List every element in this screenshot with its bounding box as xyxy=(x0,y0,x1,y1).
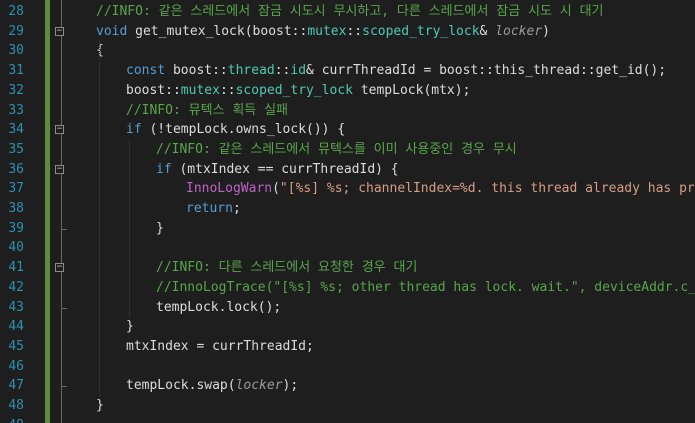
collapse-toggle-icon[interactable]: − xyxy=(55,26,64,36)
code-line[interactable]: //INFO: 같은 스레드에서 잠금 시도시 무시하고, 다른 스레드에서 잠… xyxy=(96,2,604,22)
code-token: } xyxy=(126,319,134,335)
code-line[interactable]: //INFO: 같은 스레드에서 뮤텍스를 이미 사용중인 경우 무시 xyxy=(156,140,517,160)
code-token: boost:: xyxy=(126,82,181,98)
code-line[interactable]: if (!tempLock.owns_lock()) { xyxy=(126,120,345,140)
code-token: boost:: xyxy=(165,63,228,79)
code-token: //InnoLogTrace("[%s] %s; other thread ha… xyxy=(156,279,695,295)
line-number: 29 xyxy=(8,23,24,39)
code-token: } xyxy=(96,398,104,413)
code-token: //INFO: 같은 스레드에서 뮤텍스를 이미 사용중인 경우 무시 xyxy=(156,141,517,157)
line-number: 44 xyxy=(8,319,24,335)
line-number: 31 xyxy=(8,63,24,79)
code-token: const xyxy=(126,63,166,79)
code-line[interactable]: } xyxy=(96,396,104,416)
fold-end-marker xyxy=(61,386,67,388)
code-token: mutex xyxy=(180,82,220,98)
code-line[interactable]: //InnoLogTrace("[%s] %s; other thread ha… xyxy=(156,278,695,298)
fold-end-marker xyxy=(61,228,67,230)
code-line[interactable]: } xyxy=(126,317,134,337)
code-token: id xyxy=(290,63,307,79)
line-number: 42 xyxy=(8,279,24,295)
line-number: 43 xyxy=(8,299,24,315)
code-line[interactable]: if (mtxIndex == currThreadId) { xyxy=(156,160,399,180)
code-token: tempLock(mtx); xyxy=(353,82,471,98)
outline-fold-rail xyxy=(61,0,62,423)
line-number: 49 xyxy=(0,416,24,423)
code-token: locker xyxy=(495,23,543,39)
line-number: 38 xyxy=(8,201,24,216)
code-token: if xyxy=(126,122,142,138)
code-token: ) xyxy=(542,23,550,39)
code-token: "[%s] %s; channelIndex=%d. this thread a… xyxy=(279,181,695,197)
code-token: mutex xyxy=(307,23,347,39)
line-number: 30 xyxy=(8,43,24,59)
code-token: void xyxy=(96,23,128,39)
code-token: //INFO: 다른 스레드에서 요청한 경우 대기 xyxy=(156,260,418,276)
code-line[interactable]: } xyxy=(156,219,164,239)
code-line[interactable]: const boost::thread::id& currThreadId = … xyxy=(126,61,666,81)
line-number: 32 xyxy=(8,82,24,98)
code-token: scoped_try_lock xyxy=(235,82,353,98)
code-line[interactable]: //INFO: 다른 스레드에서 요청한 경우 대기 xyxy=(156,258,417,278)
line-number: 48 xyxy=(8,398,24,413)
line-number: 47 xyxy=(8,378,24,394)
code-line[interactable]: return; xyxy=(186,199,241,219)
code-token: } xyxy=(156,220,164,236)
code-token: scoped_try_lock xyxy=(362,23,480,39)
line-number: 28 xyxy=(8,4,24,19)
code-line[interactable]: InnoLogWarn("[%s] %s; channelIndex=%d. t… xyxy=(186,179,695,199)
code-line[interactable]: void get_mutex_lock(boost::mutex::scoped… xyxy=(96,22,550,42)
line-number: 45 xyxy=(8,338,24,354)
line-number: 41 xyxy=(8,260,24,276)
line-number: 46 xyxy=(8,358,24,374)
fold-end-marker xyxy=(61,307,67,309)
code-token: :: xyxy=(346,23,363,39)
code-token: ( xyxy=(272,181,280,197)
code-line[interactable]: tempLock.swap(locker); xyxy=(126,376,298,396)
code-token: //INFO: 뮤텍스 획득 실패 xyxy=(126,102,288,118)
collapse-toggle-icon[interactable]: − xyxy=(55,263,64,273)
code-line[interactable]: boost::mutex::scoped_try_lock tempLock(m… xyxy=(126,81,470,101)
line-number: 36 xyxy=(8,161,24,177)
indent-guide xyxy=(129,139,130,318)
code-token: tempLock.lock(); xyxy=(156,299,282,315)
code-line[interactable]: //INFO: 뮤텍스 획득 실패 xyxy=(126,101,288,121)
code-text-area[interactable]: //INFO: 같은 스레드에서 잠금 시도시 무시하고, 다른 스레드에서 잠… xyxy=(68,0,695,423)
code-token: (mtxIndex == currThreadId) { xyxy=(171,161,399,177)
line-number: 39 xyxy=(8,220,24,236)
code-token: & currThreadId = boost::this_thread::get… xyxy=(306,63,667,79)
change-tracking-bar xyxy=(45,0,50,423)
code-token: (!tempLock.owns_lock()) { xyxy=(141,122,346,138)
code-token: locker xyxy=(235,378,283,394)
code-token: if xyxy=(156,161,172,177)
line-number: 33 xyxy=(8,102,24,118)
code-token: get_mutex_lock(boost:: xyxy=(127,23,308,39)
code-token: //INFO: 같은 스레드에서 잠금 시도시 무시하고, 다른 스레드에서 잠… xyxy=(96,4,604,19)
code-token: return xyxy=(186,201,233,216)
line-number: 40 xyxy=(8,240,24,256)
line-number: 35 xyxy=(8,141,24,157)
code-token: InnoLogWarn xyxy=(186,181,273,197)
collapse-toggle-icon[interactable]: − xyxy=(55,125,64,135)
code-token: mtxIndex = currThreadId; xyxy=(126,338,314,354)
line-number: 34 xyxy=(8,122,24,138)
code-token: :: xyxy=(219,82,236,98)
indent-guide xyxy=(99,41,100,396)
code-token: ; xyxy=(232,201,241,216)
code-token: & xyxy=(479,23,496,39)
line-number: 37 xyxy=(8,181,24,197)
code-token: :: xyxy=(274,63,291,79)
code-editor[interactable]: 28 29 30 31 32 33 34 35 36 37 38 39 40 41 42 43 44 45 46 47… xyxy=(0,0,695,423)
line-number-gutter: 28 29 30 31 32 33 34 35 36 37 38 39 40 41 42 43 44 45 46 47… xyxy=(0,0,34,423)
code-token: tempLock.swap( xyxy=(126,378,236,394)
code-line[interactable]: tempLock.lock(); xyxy=(156,298,281,318)
code-line[interactable]: mtxIndex = currThreadId; xyxy=(126,337,314,357)
code-token: thread xyxy=(227,63,275,79)
collapse-toggle-icon[interactable]: − xyxy=(55,164,64,174)
code-token: ); xyxy=(282,378,299,394)
